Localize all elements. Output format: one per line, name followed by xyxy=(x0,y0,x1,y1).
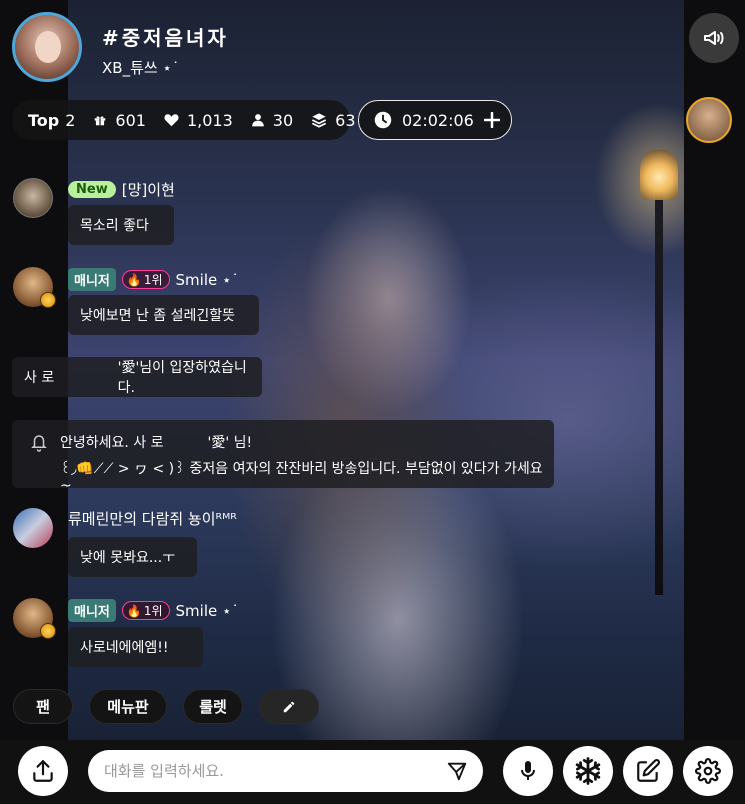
like-count: 1,013 xyxy=(164,111,233,130)
avatar[interactable] xyxy=(13,178,53,218)
share-icon xyxy=(33,760,53,782)
clock-icon xyxy=(374,111,392,129)
system-entry-message: 사 로 '愛'님이 입장하였습니다. xyxy=(12,357,262,397)
streamer-name[interactable]: XB_튜쓰 ⋆˙ xyxy=(102,57,179,78)
chat-username[interactable]: New [먕]이현 xyxy=(68,179,175,200)
stream-title: #중저음녀자 xyxy=(102,26,229,50)
stream-header: #중저음녀자 XB_튜쓰 ⋆˙ xyxy=(12,12,652,82)
chat-username[interactable]: 매니저 🔥 1위 Smile ⋆˙ xyxy=(68,599,239,622)
stream-timer[interactable]: 02:02:06 xyxy=(358,100,512,140)
user-icon xyxy=(251,114,264,127)
rank-value: 2 xyxy=(65,110,76,130)
send-icon xyxy=(447,762,467,781)
gift-count: 601 xyxy=(93,111,146,130)
new-badge: New xyxy=(68,181,116,198)
share-button[interactable] xyxy=(18,746,68,796)
chat-message: 목소리 좋다 xyxy=(68,205,174,245)
notice-greeting: 안녕하세요. 사 로 '愛' 님! xyxy=(60,435,253,451)
menu-board-button[interactable]: 메뉴판 xyxy=(89,689,167,724)
freeze-button[interactable] xyxy=(563,746,613,796)
gift-icon xyxy=(95,116,106,126)
snowflake-icon xyxy=(575,757,601,785)
roulette-button[interactable]: 룰렛 xyxy=(183,689,243,724)
rank-label: Top xyxy=(28,110,60,130)
send-button[interactable] xyxy=(446,760,468,786)
heart-icon xyxy=(164,114,179,127)
settings-button[interactable] xyxy=(683,746,733,796)
bell-icon xyxy=(31,435,47,452)
gold-badge-icon xyxy=(40,623,56,639)
chat-username[interactable]: 류메린만의 다람쥐 뇽이ᴿᴹᴿ xyxy=(68,508,237,529)
rank-badge: 🔥 1위 xyxy=(121,601,170,620)
streamer-notice: 안녕하세요. 사 로 '愛' 님! ꒰◞👊⟋⟋ > ヮ < )꒱ 중저음 여자의 … xyxy=(12,420,554,494)
pencil-icon xyxy=(283,701,295,712)
rank-badge: 🔥 1위 xyxy=(121,270,170,289)
gold-badge-icon xyxy=(40,292,56,308)
manager-badge: 매니저 xyxy=(68,268,116,291)
chat-message: 낮에보면 난 좀 설레긴할뜻 xyxy=(68,295,259,335)
avatar[interactable] xyxy=(13,508,53,548)
chat-message: 사로네에에엠!! xyxy=(68,627,203,667)
stream-duration: 02:02:06 xyxy=(402,110,474,130)
streamer-avatar[interactable] xyxy=(12,12,82,82)
top-fan-avatar[interactable] xyxy=(686,97,732,143)
notice-text: ꒰◞👊⟋⟋ > ヮ < )꒱ 중저음 여자의 잔잔바리 방송입니다. 부담없이 … xyxy=(60,461,543,494)
layers-icon xyxy=(312,113,327,128)
stream-stats: Top 2 601 1,013 30 63 xyxy=(12,100,356,140)
flame-icon: 🔥 xyxy=(126,603,142,618)
write-button[interactable] xyxy=(623,746,673,796)
fan-button[interactable]: 팬 xyxy=(13,689,73,724)
chat-username[interactable]: 매니저 🔥 1위 Smile ⋆˙ xyxy=(68,268,239,291)
gear-icon xyxy=(695,758,721,784)
plus-icon[interactable] xyxy=(483,112,500,128)
viewer-count: 30 xyxy=(251,111,293,130)
mic-icon xyxy=(521,761,535,780)
flame-icon: 🔥 xyxy=(126,272,142,287)
megaphone-button[interactable] xyxy=(689,13,739,63)
edit-icon xyxy=(637,759,660,782)
manager-badge: 매니저 xyxy=(68,599,116,622)
megaphone-icon xyxy=(704,31,724,45)
edit-quick-menu-button[interactable] xyxy=(259,689,319,724)
chat-input[interactable] xyxy=(88,750,483,792)
stack-count: 63 xyxy=(311,111,356,130)
chat-message: 낮에 못봐요...ㅜ xyxy=(68,537,197,577)
mic-button[interactable] xyxy=(503,746,553,796)
